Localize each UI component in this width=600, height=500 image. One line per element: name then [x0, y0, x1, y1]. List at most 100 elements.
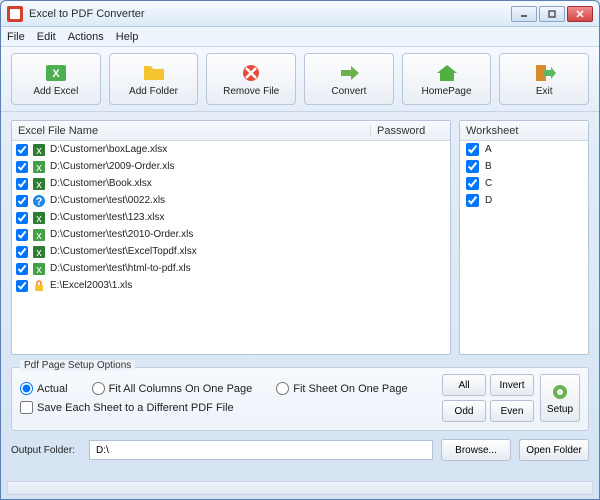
file-path: D:\Customer\test\ExcelTopdf.xlsx	[50, 246, 197, 257]
file-path: D:\Customer\boxLage.xlsx	[50, 144, 167, 155]
menu-help[interactable]: Help	[116, 31, 139, 43]
add-excel-button[interactable]: X Add Excel	[11, 53, 101, 105]
file-checkbox[interactable]	[16, 195, 28, 207]
remove-icon	[238, 62, 264, 84]
file-checkbox[interactable]	[16, 161, 28, 173]
worksheet-name: A	[485, 144, 492, 155]
column-filename[interactable]: Excel File Name	[12, 125, 370, 137]
file-checkbox[interactable]	[16, 246, 28, 258]
add-folder-button[interactable]: Add Folder	[109, 53, 199, 105]
add-excel-label: Add Excel	[33, 86, 78, 97]
maximize-button[interactable]	[539, 6, 565, 22]
worksheet-name: B	[485, 161, 492, 172]
file-checkbox[interactable]	[16, 144, 28, 156]
worksheet-panel: Worksheet ABCD	[459, 120, 589, 355]
worksheet-checkbox[interactable]	[466, 177, 479, 190]
file-row[interactable]: x D:\Customer\test\123.xlsx	[12, 209, 450, 226]
minimize-button[interactable]	[511, 6, 537, 22]
homepage-button[interactable]: HomePage	[402, 53, 492, 105]
exit-button[interactable]: Exit	[499, 53, 589, 105]
browse-button[interactable]: Browse...	[441, 439, 511, 461]
svg-text:x: x	[36, 145, 42, 157]
file-row[interactable]: x D:\Customer\Book.xlsx	[12, 175, 450, 192]
file-row[interactable]: x D:\Customer\boxLage.xlsx	[12, 141, 450, 158]
file-type-icon: x	[32, 262, 46, 276]
file-path: D:\Customer\test\2010-Order.xls	[50, 229, 193, 240]
file-checkbox[interactable]	[16, 280, 28, 292]
file-type-icon: x	[32, 143, 46, 157]
file-type-icon: x	[32, 228, 46, 242]
menu-actions[interactable]: Actions	[68, 31, 104, 43]
svg-text:x: x	[36, 213, 42, 225]
worksheet-row[interactable]: B	[460, 158, 588, 175]
file-row[interactable]: ? D:\Customer\test\0022.xls	[12, 192, 450, 209]
file-row[interactable]: E:\Excel2003\1.xls	[12, 277, 450, 294]
file-type-icon	[32, 279, 46, 293]
file-checkbox[interactable]	[16, 229, 28, 241]
worksheet-checkbox[interactable]	[466, 160, 479, 173]
worksheet-row[interactable]: D	[460, 192, 588, 209]
file-checkbox[interactable]	[16, 178, 28, 190]
worksheet-row[interactable]: C	[460, 175, 588, 192]
setup-button[interactable]: Setup	[540, 374, 580, 422]
menubar: File Edit Actions Help	[1, 27, 599, 47]
svg-text:x: x	[36, 247, 42, 259]
file-type-icon: x	[32, 177, 46, 191]
svg-text:x: x	[36, 230, 42, 242]
file-row[interactable]: x D:\Customer\test\2010-Order.xls	[12, 226, 450, 243]
statusbar	[7, 481, 593, 495]
output-folder-input[interactable]	[89, 440, 433, 460]
worksheet-name: D	[485, 195, 492, 206]
homepage-label: HomePage	[422, 86, 472, 97]
column-worksheet[interactable]: Worksheet	[460, 125, 588, 137]
gear-icon	[550, 382, 570, 402]
file-row[interactable]: xD:\Customer\2009-Order.xls	[12, 158, 450, 175]
file-row[interactable]: xD:\Customer\test\html-to-pdf.xls	[12, 260, 450, 277]
folder-icon	[141, 62, 167, 84]
window-title: Excel to PDF Converter	[29, 8, 511, 20]
menu-file[interactable]: File	[7, 31, 25, 43]
invert-button[interactable]: Invert	[490, 374, 534, 396]
even-button[interactable]: Even	[490, 400, 534, 422]
file-path: E:\Excel2003\1.xls	[50, 280, 132, 291]
convert-button[interactable]: Convert	[304, 53, 394, 105]
exit-icon	[531, 62, 557, 84]
open-folder-button[interactable]: Open Folder	[519, 439, 589, 461]
menu-edit[interactable]: Edit	[37, 31, 56, 43]
home-icon	[434, 62, 460, 84]
radio-fit-sheet[interactable]: Fit Sheet On One Page	[276, 382, 407, 395]
toolbar: X Add Excel Add Folder Remove File Conve…	[1, 47, 599, 112]
excel-icon: X	[43, 62, 69, 84]
file-checkbox[interactable]	[16, 212, 28, 224]
titlebar: Excel to PDF Converter	[1, 1, 599, 27]
svg-text:x: x	[36, 162, 42, 174]
pdf-setup-group: Pdf Page Setup Options Actual Fit All Co…	[11, 367, 589, 431]
svg-text:X: X	[52, 68, 60, 80]
all-button[interactable]: All	[442, 374, 486, 396]
radio-actual[interactable]: Actual	[20, 382, 68, 395]
setup-legend: Pdf Page Setup Options	[20, 360, 135, 371]
output-folder-label: Output Folder:	[11, 445, 81, 456]
worksheet-row[interactable]: A	[460, 141, 588, 158]
file-checkbox[interactable]	[16, 263, 28, 275]
file-type-icon: x	[32, 245, 46, 259]
check-save-each[interactable]: Save Each Sheet to a Different PDF File	[20, 401, 436, 414]
file-type-icon: x	[32, 160, 46, 174]
exit-label: Exit	[536, 86, 553, 97]
file-path: D:\Customer\test\123.xlsx	[50, 212, 164, 223]
close-button[interactable]	[567, 6, 593, 22]
odd-button[interactable]: Odd	[442, 400, 486, 422]
worksheet-name: C	[485, 178, 492, 189]
radio-fit-cols[interactable]: Fit All Columns On One Page	[92, 382, 253, 395]
svg-text:x: x	[36, 264, 42, 276]
file-row[interactable]: x D:\Customer\test\ExcelTopdf.xlsx	[12, 243, 450, 260]
worksheet-checkbox[interactable]	[466, 194, 479, 207]
remove-file-label: Remove File	[223, 86, 279, 97]
file-path: D:\Customer\test\0022.xls	[50, 195, 165, 206]
file-path: D:\Customer\Book.xlsx	[50, 178, 152, 189]
file-list-panel: Excel File Name Password x D:\Customer\bo…	[11, 120, 451, 355]
remove-file-button[interactable]: Remove File	[206, 53, 296, 105]
file-type-icon: ?	[32, 194, 46, 208]
worksheet-checkbox[interactable]	[466, 143, 479, 156]
column-password[interactable]: Password	[370, 125, 450, 137]
